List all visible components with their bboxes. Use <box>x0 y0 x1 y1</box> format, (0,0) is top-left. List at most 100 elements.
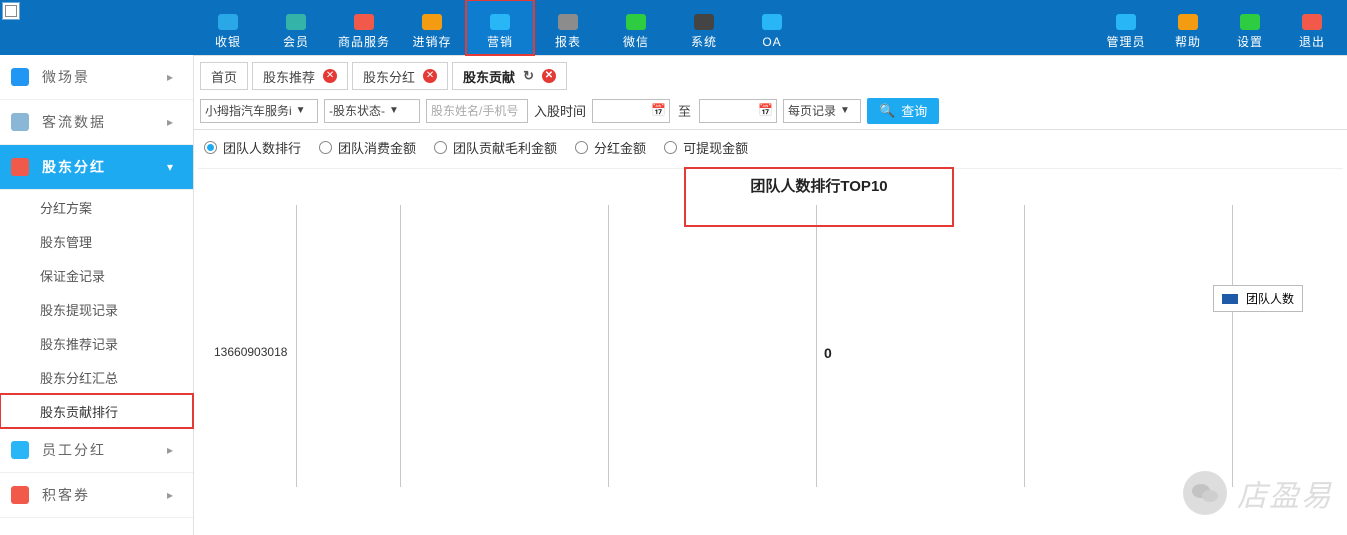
sidebar-cat-label: 客流数据 <box>42 112 106 132</box>
chart-legend: 团队人数 <box>1213 285 1303 312</box>
topnav-label: 收银 <box>215 35 241 49</box>
date-label: 入股时间 <box>534 101 586 120</box>
close-icon[interactable]: ✕ <box>423 69 437 83</box>
shop-select[interactable]: 小拇指汽车服务i▼ <box>200 99 318 123</box>
sidebar-cat-客流数据[interactable]: 客流数据 ▸ <box>0 100 193 145</box>
tab-label: 股东分红 <box>363 67 415 86</box>
cashier-icon <box>215 11 241 33</box>
grid-line <box>1232 205 1233 487</box>
watermark-text: 店盈易 <box>1237 471 1333 515</box>
sidebar-sub-股东分红汇总[interactable]: 股东分红汇总 <box>0 360 193 394</box>
chevron-down-icon: ▾ <box>167 160 173 174</box>
y-category-0: 13660903018 <box>214 345 287 359</box>
topnav-admin[interactable]: 管理员 <box>1095 0 1157 55</box>
topnav-wechat[interactable]: 微信 <box>602 0 670 55</box>
sidebar-cat-员工分红[interactable]: 员工分红 ▸ <box>0 428 193 473</box>
sidebar-sub-股东提现记录[interactable]: 股东提现记录 <box>0 292 193 326</box>
wechat-icon <box>623 11 649 33</box>
grid-line <box>1024 205 1025 487</box>
topnav-system[interactable]: 系统 <box>670 0 738 55</box>
radio-团队贡献毛利金额[interactable]: 团队贡献毛利金额 <box>434 138 557 157</box>
query-button-label: 查询 <box>901 101 927 120</box>
calendar-icon[interactable]: 📅 <box>758 103 773 117</box>
name-input[interactable]: 股东姓名/手机号 <box>426 99 528 123</box>
radio-团队人数排行[interactable]: 团队人数排行 <box>204 138 301 157</box>
sidebar-sub-股东管理[interactable]: 股东管理 <box>0 224 193 258</box>
filter-bar: 小拇指汽车服务i▼ -股东状态-▼ 股东姓名/手机号 入股时间 📅 至 📅 每页… <box>194 92 1347 130</box>
bar-value-0: 0 <box>824 345 832 361</box>
topnav-logout[interactable]: 退出 <box>1281 0 1343 55</box>
sidebar-sub-股东推荐记录[interactable]: 股东推荐记录 <box>0 326 193 360</box>
chevron-right-icon: ▸ <box>167 443 173 457</box>
sidebar-sub-分红方案[interactable]: 分红方案 <box>0 190 193 224</box>
topnav-marketing[interactable]: 营销 <box>466 0 534 55</box>
topnav-help[interactable]: 帮助 <box>1157 0 1219 55</box>
topnav-oa[interactable]: OA <box>738 0 806 55</box>
admin-icon <box>1113 11 1139 33</box>
sidebar-cat-label: 股东分红 <box>42 157 106 177</box>
radio-分红金额[interactable]: 分红金额 <box>575 138 646 157</box>
calendar-icon[interactable]: 📅 <box>651 103 666 117</box>
sidebar-cat-微场景[interactable]: 微场景▸ <box>0 55 193 100</box>
help-icon <box>1175 11 1201 33</box>
report-icon <box>555 11 581 33</box>
sidebar-cat-label: 微场景 <box>42 67 90 87</box>
sidebar-cat-积客券[interactable]: 积客券▸ <box>0 473 193 518</box>
wechat-icon <box>1183 471 1227 515</box>
radio-label: 团队消费金额 <box>338 138 416 157</box>
name-input-placeholder: 股东姓名/手机号 <box>431 102 518 119</box>
tab-股东推荐[interactable]: 股东推荐 ✕ <box>252 62 348 90</box>
close-icon[interactable]: ✕ <box>542 69 556 83</box>
tab-股东分红[interactable]: 股东分红 ✕ <box>352 62 448 90</box>
top-toolbar: 收银 会员商品服务进销存营销报表 微信 系统 OA 管理员帮助设置 退出 <box>0 0 1347 55</box>
tab-label: 股东推荐 <box>263 67 315 86</box>
topnav-label: 报表 <box>555 35 581 49</box>
pagesize-value: 每页记录 <box>788 102 836 119</box>
chevron-right-icon: ▸ <box>167 488 173 502</box>
member-icon <box>283 11 309 33</box>
radio-label: 分红金额 <box>594 138 646 157</box>
radio-dot <box>204 141 217 154</box>
tab-首页[interactable]: 首页 <box>200 62 248 90</box>
topnav-settings[interactable]: 设置 <box>1219 0 1281 55</box>
topnav-label: 微信 <box>623 35 649 49</box>
tabs-bar: 首页股东推荐 ✕股东分红 ✕股东贡献 ↻ ✕ <box>194 56 1347 92</box>
topnav-cashier[interactable]: 收银 <box>194 0 262 55</box>
shop-select-value: 小拇指汽车服务i <box>205 102 292 119</box>
search-icon: 🔍 <box>879 103 895 119</box>
tab-label: 首页 <box>211 67 237 86</box>
topnav-report[interactable]: 报表 <box>534 0 602 55</box>
marketing-icon <box>487 11 513 33</box>
sidebar-cat-label: 员工分红 <box>42 440 106 460</box>
topnav-label: 退出 <box>1299 35 1325 49</box>
refresh-icon[interactable]: ↻ <box>523 68 534 84</box>
close-icon[interactable]: ✕ <box>323 69 337 83</box>
radio-dot <box>434 141 447 154</box>
status-select[interactable]: -股东状态-▼ <box>324 99 420 123</box>
chevron-right-icon: ▸ <box>167 115 173 129</box>
ticket-icon <box>10 485 30 505</box>
sidebar-sub-保证金记录[interactable]: 保证金记录 <box>0 258 193 292</box>
grid-line <box>400 205 401 487</box>
sidebar-sub-股东贡献排行[interactable]: 股东贡献排行 <box>0 394 193 428</box>
radio-dot <box>575 141 588 154</box>
to-label: 至 <box>678 101 691 120</box>
tab-label: 股东贡献 <box>463 67 515 86</box>
topnav-label: 设置 <box>1237 35 1263 49</box>
sidebar-cat-股东分红[interactable]: 股东分红 ▾ <box>0 145 193 190</box>
pagesize-select[interactable]: 每页记录▼ <box>783 99 861 123</box>
tab-股东贡献[interactable]: 股东贡献 ↻ ✕ <box>452 62 567 90</box>
doc-icon <box>10 157 30 177</box>
query-button[interactable]: 🔍 查询 <box>867 98 939 124</box>
topnav-inventory[interactable]: 进销存 <box>398 0 466 55</box>
radio-可提现金额[interactable]: 可提现金额 <box>664 138 748 157</box>
topnav-label: OA <box>762 35 781 49</box>
topnav-goods[interactable]: 商品服务 <box>330 0 398 55</box>
topnav-label: 系统 <box>691 35 717 49</box>
topnav-label: 管理员 <box>1106 35 1145 49</box>
radio-dot <box>319 141 332 154</box>
topnav-member[interactable]: 会员 <box>262 0 330 55</box>
oa-icon <box>759 11 785 33</box>
status-select-value: -股东状态- <box>329 102 385 119</box>
radio-团队消费金额[interactable]: 团队消费金额 <box>319 138 416 157</box>
